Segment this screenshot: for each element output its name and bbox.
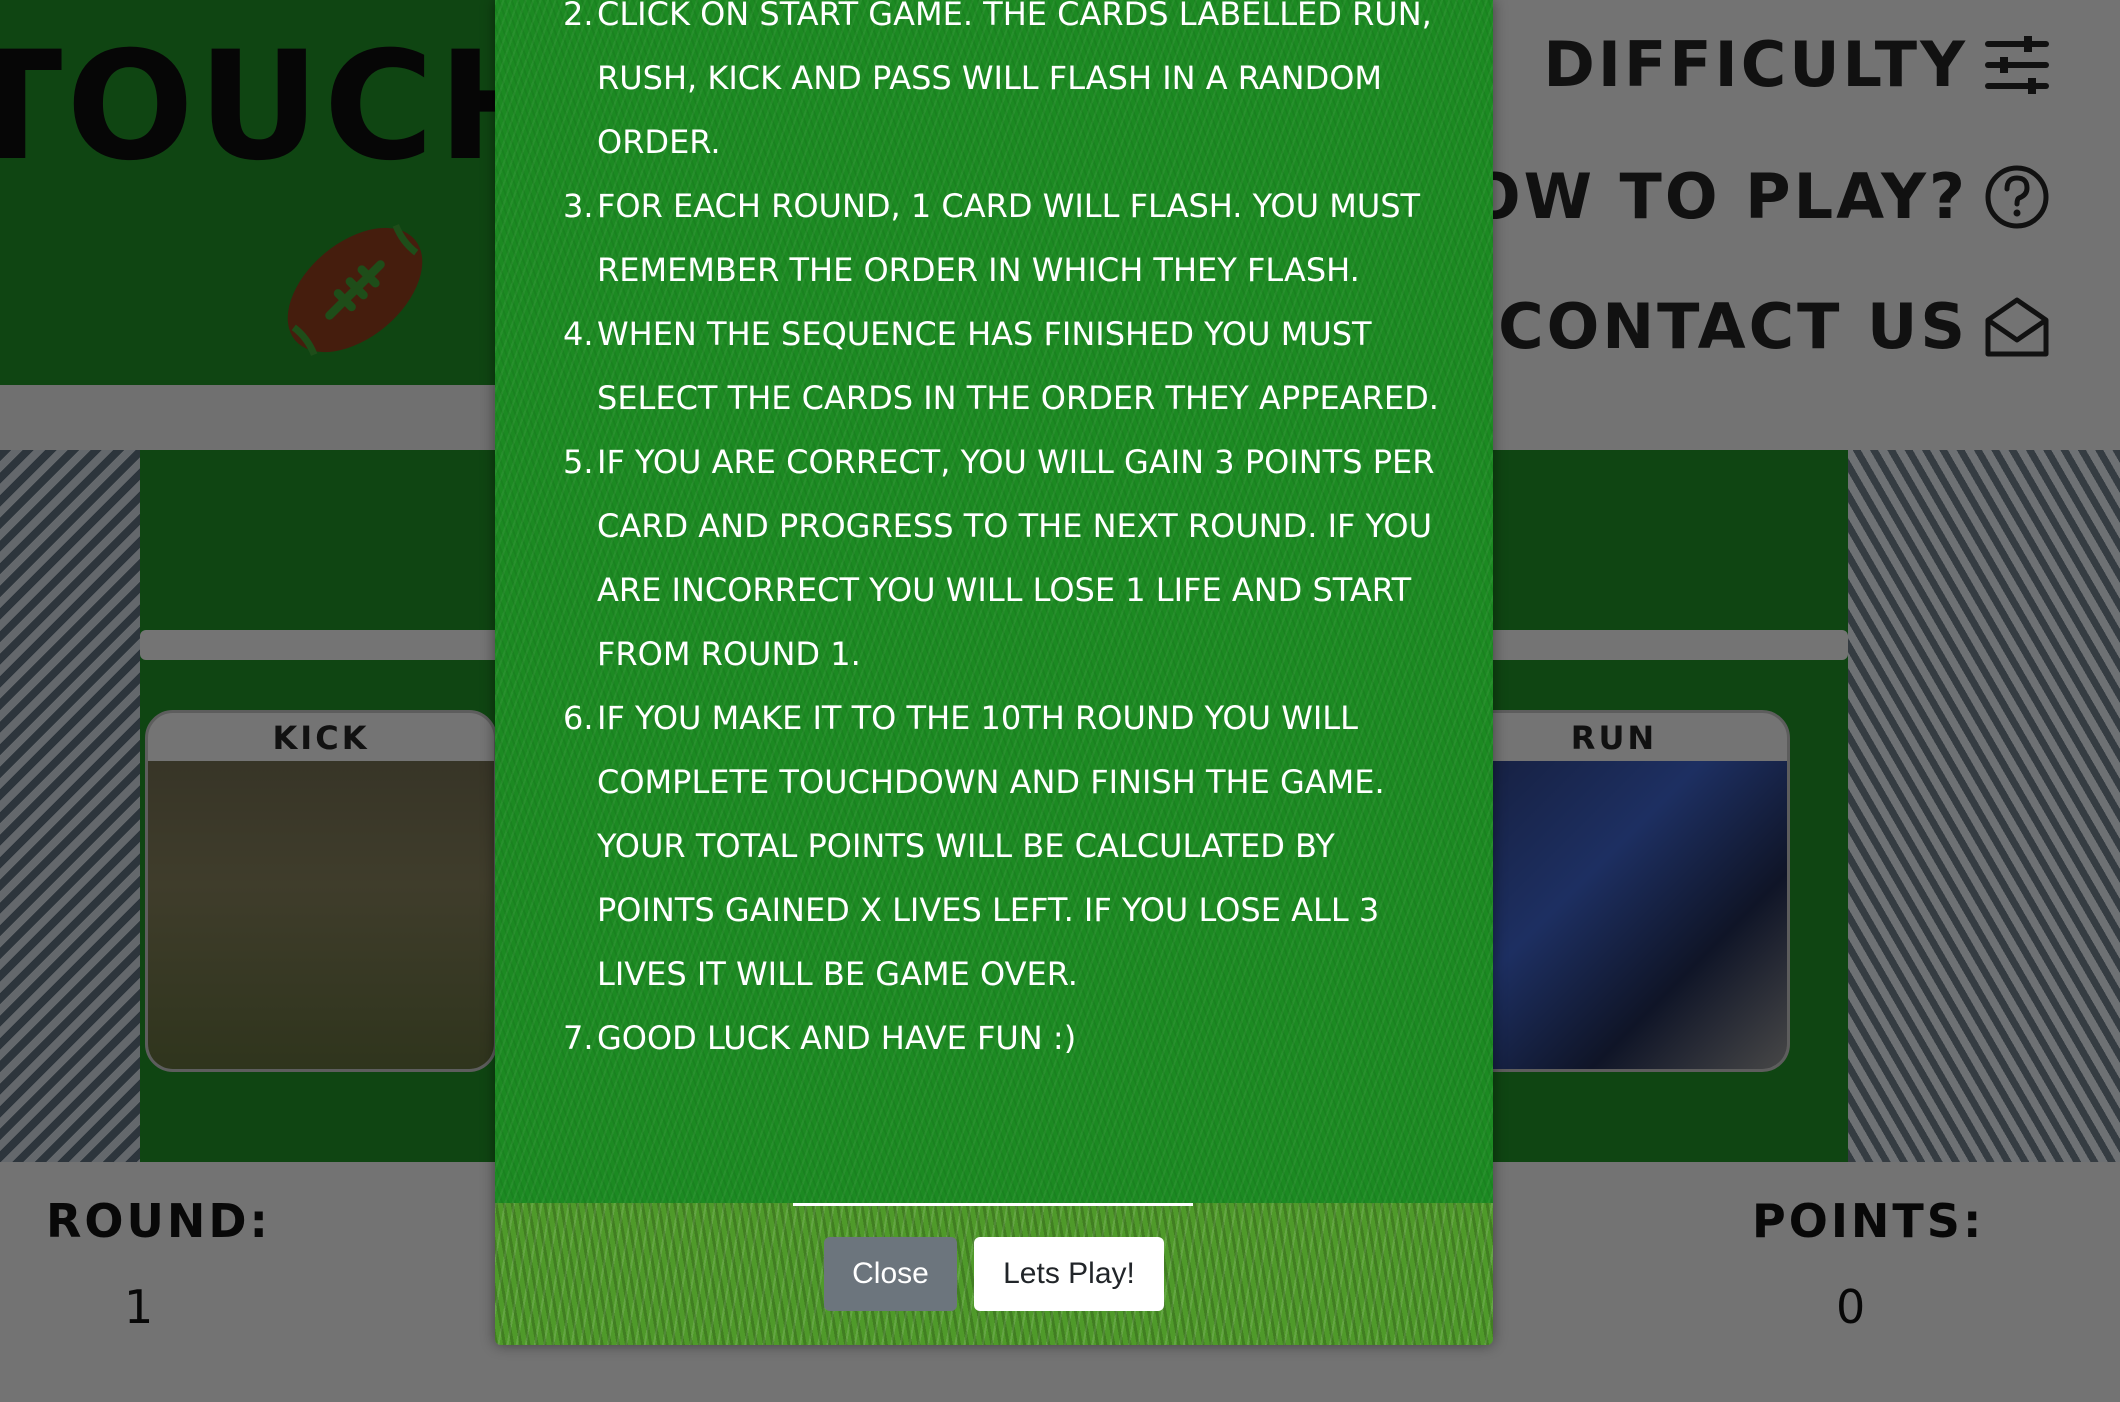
rule-number: 6.	[563, 699, 594, 737]
rule-text: IF YOU MAKE IT TO THE 10TH ROUND YOU WIL…	[597, 699, 1385, 993]
rule-item: 2. CLICK ON START GAME. THE CARDS LABELLE…	[563, 0, 1443, 174]
rules-list: 2. CLICK ON START GAME. THE CARDS LABELLE…	[563, 0, 1443, 1070]
rule-item: 6. IF YOU MAKE IT TO THE 10TH ROUND YOU W…	[563, 686, 1443, 1006]
rule-item: 7. GOOD LUCK AND HAVE FUN :)	[563, 1006, 1443, 1070]
rule-item: 4. WHEN THE SEQUENCE HAS FINISHED YOU MUS…	[563, 302, 1443, 430]
rule-number: 7.	[563, 1019, 594, 1057]
footer-divider	[793, 1203, 1193, 1206]
rule-number: 3.	[563, 187, 594, 225]
rule-text: IF YOU ARE CORRECT, YOU WILL GAIN 3 POIN…	[597, 443, 1435, 673]
lets-play-button[interactable]: Lets Play!	[974, 1237, 1164, 1311]
rule-item: 5. IF YOU ARE CORRECT, YOU WILL GAIN 3 PO…	[563, 430, 1443, 686]
close-button[interactable]: Close	[824, 1237, 957, 1311]
rule-text: FOR EACH ROUND, 1 CARD WILL FLASH. YOU M…	[597, 187, 1421, 289]
rule-item: 3. FOR EACH ROUND, 1 CARD WILL FLASH. YOU…	[563, 174, 1443, 302]
modal-footer: Close Lets Play!	[495, 1203, 1493, 1345]
rule-number: 5.	[563, 443, 594, 481]
rule-number: 2.	[563, 0, 594, 33]
rule-number: 4.	[563, 315, 594, 353]
rule-text: WHEN THE SEQUENCE HAS FINISHED YOU MUST …	[597, 315, 1439, 417]
how-to-play-modal: 2. CLICK ON START GAME. THE CARDS LABELLE…	[495, 0, 1493, 1345]
modal-body: 2. CLICK ON START GAME. THE CARDS LABELLE…	[495, 0, 1493, 1203]
rule-text: GOOD LUCK AND HAVE FUN :)	[597, 1019, 1077, 1057]
rule-text: CLICK ON START GAME. THE CARDS LABELLED …	[597, 0, 1432, 161]
